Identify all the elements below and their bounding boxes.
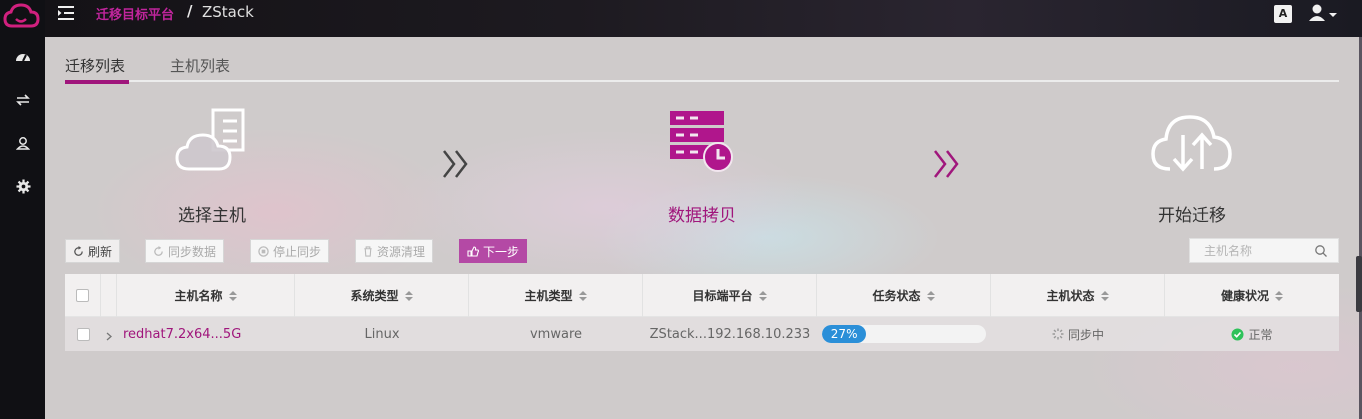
search-icon[interactable] [1314, 244, 1328, 258]
target-platform-value: ZStack...192.168.10.233 [649, 326, 811, 342]
stop-sync-button[interactable]: 停止同步 [250, 239, 330, 263]
col-host-type-label: 主机类型 [524, 289, 573, 303]
next-step-label: 下一步 [483, 244, 520, 259]
task-progress-fill: 27% [822, 325, 867, 343]
host-name-link[interactable]: redhat7.2x64...5G [123, 317, 241, 351]
migrate-icon[interactable] [13, 90, 33, 110]
double-chevron-right-active-icon [934, 150, 959, 178]
step-data-copy-label: 数据拷贝 [668, 206, 736, 226]
menu-toggle-icon[interactable] [57, 5, 75, 21]
row-select-cell [65, 317, 101, 351]
host-name-search[interactable] [1189, 238, 1339, 263]
migration-table: 主机名称 系统类型 主机类型 目标端平台 任务状态 主机状态 健康状况 redh… [65, 274, 1339, 351]
tab-bar: 迁移列表 主机列表 [65, 50, 1339, 84]
breadcrumb-migration-target[interactable]: 迁移目标平台 [96, 4, 174, 23]
step-start-migration-label: 开始迁移 [1158, 206, 1226, 226]
breadcrumb-separator: / [187, 2, 193, 20]
table-row[interactable]: redhat7.2x64...5G Linux vmware ZStack...… [65, 317, 1339, 351]
refresh-button[interactable]: 刷新 [65, 239, 121, 263]
task-progress-bar: 27% [822, 325, 986, 343]
tab-migration-list[interactable]: 迁移列表 [65, 55, 130, 84]
user-menu-icon[interactable] [1308, 3, 1338, 23]
sort-icon[interactable] [404, 290, 413, 301]
col-task-status-label: 任务状态 [872, 289, 921, 303]
language-translate-icon[interactable]: A [1274, 5, 1292, 23]
select-all-cell [65, 274, 101, 317]
col-host-status[interactable]: 主机状态 [991, 274, 1165, 317]
cloud-server-icon [175, 108, 245, 171]
user-manage-icon[interactable] [13, 133, 33, 153]
next-step-button[interactable]: 下一步 [459, 239, 528, 263]
scrollbar-thumb[interactable] [1356, 256, 1362, 312]
refresh-icon [74, 245, 83, 256]
expand-header-cell [101, 274, 117, 317]
step-select-host-label: 选择主机 [178, 206, 246, 226]
col-host-status-label: 主机状态 [1046, 289, 1095, 303]
sort-icon[interactable] [578, 290, 587, 301]
col-target-platform-label: 目标端平台 [692, 289, 753, 303]
main-panel: 迁移列表 主机列表 选择主机 数据拷贝 开始迁移 刷新 同步数据 停止同步 资源… [45, 37, 1359, 419]
top-bar: 迁移目标平台 / ZStack A [45, 0, 1362, 37]
cloud-transfer-icon [1151, 115, 1232, 172]
host-status-value: 同步中 [1067, 327, 1104, 342]
col-target-platform[interactable]: 目标端平台 [643, 274, 817, 317]
trash-icon [364, 245, 372, 257]
col-os-type-label: 系统类型 [350, 289, 399, 303]
task-progress-cell: 27% [821, 317, 987, 351]
check-circle-icon [1231, 328, 1244, 340]
host-status-cell: 同步中 [991, 317, 1165, 351]
health-cell: 正常 [1165, 317, 1339, 351]
col-os-type[interactable]: 系统类型 [295, 274, 469, 317]
syncing-spinner-icon [1052, 328, 1064, 340]
col-host-type[interactable]: 主机类型 [469, 274, 643, 317]
refresh-label: 刷新 [88, 244, 113, 259]
col-health[interactable]: 健康状况 [1165, 274, 1339, 317]
sync-data-button[interactable]: 同步数据 [145, 239, 225, 263]
resource-cleanup-button[interactable]: 资源清理 [355, 239, 434, 263]
health-value: 正常 [1248, 327, 1273, 342]
server-clock-icon [670, 111, 733, 172]
resource-cleanup-label: 资源清理 [377, 244, 426, 259]
cloud-logo-icon[interactable] [3, 2, 41, 32]
select-all-checkbox[interactable] [76, 289, 89, 302]
col-task-status[interactable]: 任务状态 [817, 274, 991, 317]
stop-circle-icon [258, 245, 269, 257]
sync-icon [154, 245, 163, 256]
col-host-name-label: 主机名称 [174, 289, 223, 303]
col-host-name[interactable]: 主机名称 [117, 274, 295, 317]
sort-icon[interactable] [1100, 290, 1109, 301]
breadcrumb-current-page: ZStack [202, 3, 254, 21]
dashboard-icon[interactable] [13, 47, 33, 67]
sync-data-label: 同步数据 [168, 244, 217, 259]
stop-sync-label: 停止同步 [273, 244, 322, 259]
sort-icon[interactable] [1275, 290, 1283, 301]
row-checkbox[interactable] [76, 327, 90, 341]
settings-gear-icon[interactable] [13, 176, 33, 196]
table-header: 主机名称 系统类型 主机类型 目标端平台 任务状态 主机状态 健康状况 [65, 274, 1339, 317]
sort-icon[interactable] [228, 290, 237, 301]
row-expand-icon[interactable] [101, 317, 117, 351]
host-type-value: vmware [529, 326, 582, 342]
pointing-hand-icon [467, 245, 479, 257]
search-input[interactable] [1204, 243, 1314, 258]
side-nav [0, 0, 45, 419]
sort-icon[interactable] [758, 290, 767, 301]
tab-host-list[interactable]: 主机列表 [170, 55, 230, 76]
col-health-label: 健康状况 [1220, 289, 1269, 303]
double-chevron-right-icon [443, 150, 468, 178]
os-type-value: Linux [364, 326, 400, 342]
sort-icon[interactable] [926, 290, 935, 301]
